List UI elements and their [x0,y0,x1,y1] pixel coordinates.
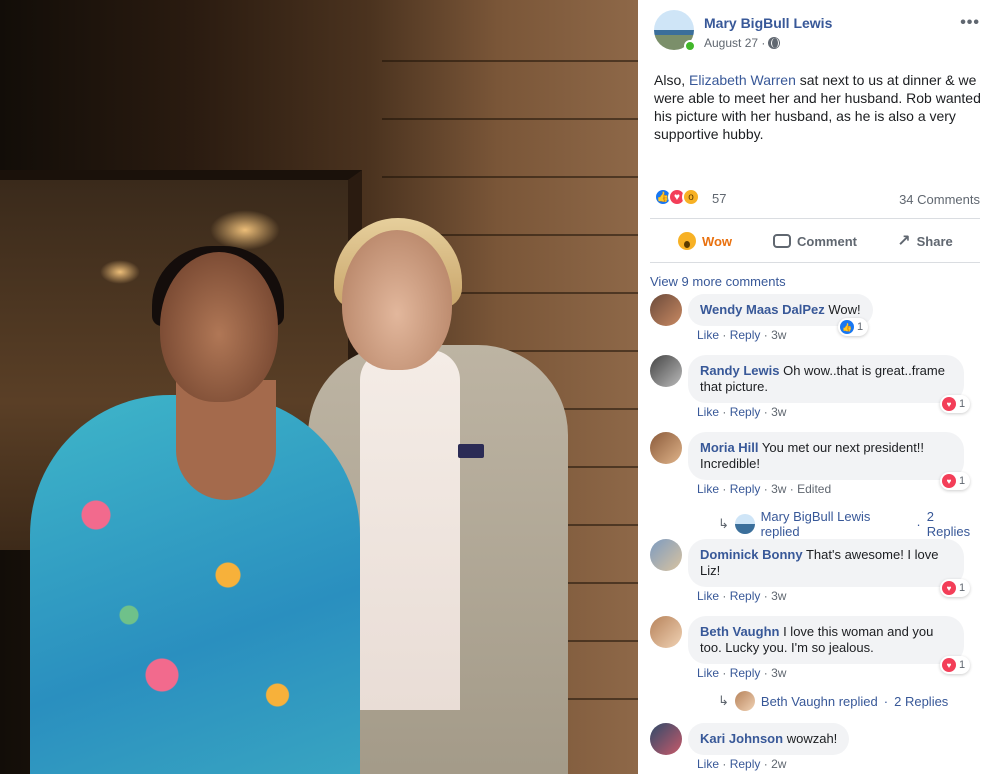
reply-link[interactable]: Reply [730,666,761,680]
comment-bubble: Beth Vaughn I love this woman and you to… [688,616,964,664]
post-header: Mary BigBull Lewis August 27 · ••• [654,10,980,54]
reaction-badge[interactable]: 👍 1 [838,318,869,336]
share-button[interactable]: ↗ Share [870,226,980,256]
replies-link[interactable]: ↳ Mary BigBull Lewis replied · 2 Replies [718,509,980,539]
comment-text: wowzah! [786,731,838,746]
wow-button[interactable]: Wow [650,226,760,256]
reaction-count[interactable]: 57 [712,191,726,206]
comment-bubble: Moria Hill You met our next president!! … [688,432,964,480]
mention-link[interactable]: Elizabeth Warren [689,72,796,88]
love-icon: ♥ [942,658,956,672]
reaction-badge[interactable]: ♥ 1 [940,472,971,490]
like-icon: 👍 [840,320,854,334]
comment-button[interactable]: Comment [760,226,870,256]
comment-text: Wow! [828,302,861,317]
comment-time[interactable]: 3w [771,405,786,419]
wow-icon [677,232,696,250]
comment-count[interactable]: 34 Comments [899,192,980,207]
reaction-summary: 👍 ♥ o 57 34 Comments [654,188,980,208]
post-text: Also, Elizabeth Warren sat next to us at… [654,72,981,142]
wow-icon: o [682,188,700,206]
commenter-name[interactable]: Beth Vaughn [700,624,779,639]
replier-avatar [734,691,755,711]
comment-actions: Like · Reply · 2w [697,757,787,771]
commenter-name[interactable]: Moria Hill [700,440,759,455]
commenter-avatar[interactable] [650,723,682,755]
reply-arrow-icon: ↳ [718,693,729,708]
comment-time[interactable]: 3w [771,589,786,603]
comment-time[interactable]: 3w [771,666,786,680]
reply-arrow-icon: ↳ [718,516,729,531]
replier-avatar [734,514,755,534]
love-icon: ♥ [942,397,956,411]
person-left-face [160,252,278,402]
reaction-icons[interactable]: 👍 ♥ o [654,188,700,206]
like-link[interactable]: Like [697,757,719,771]
reply-link[interactable]: Reply [730,757,761,771]
view-more-comments[interactable]: View 9 more comments [650,274,786,289]
comment-bubble: Kari Johnson wowzah! [688,723,850,755]
divider [650,262,980,263]
reply-link[interactable]: Reply [730,405,761,419]
ellipsis-icon[interactable]: ••• [960,14,980,32]
comment-bubble: Dominick Bonny That's awesome! I love Li… [688,539,964,587]
comment-time[interactable]: 3w [771,328,786,342]
post-meta: August 27 · [704,36,781,50]
comment-actions: Like · Reply · 3w [697,589,787,603]
comment-bubble: Randy Lewis Oh wow..that is great..frame… [688,355,964,403]
jacket-logo-patch [458,444,484,458]
divider [650,218,980,219]
like-link[interactable]: Like [697,328,719,342]
like-link[interactable]: Like [697,405,719,419]
comment-time[interactable]: 2w [771,757,786,771]
commenter-name[interactable]: Wendy Maas DalPez [700,302,825,317]
love-icon: ♥ [942,581,956,595]
comment-actions: Like · Reply · 3w · Edited [697,482,832,496]
like-link[interactable]: Like [697,666,719,680]
commenter-name[interactable]: Dominick Bonny [700,547,803,562]
comment-time[interactable]: 3w [771,482,786,496]
share-icon: ↗ [897,233,911,250]
reaction-badge[interactable]: ♥ 1 [940,579,971,597]
comment-actions: Like · Reply · 3w [697,405,787,419]
post-panel: Mary BigBull Lewis August 27 · ••• Also,… [638,0,992,774]
reply-link[interactable]: Reply [730,589,761,603]
reply-link[interactable]: Reply [730,328,761,342]
like-link[interactable]: Like [697,589,719,603]
post-date[interactable]: August 27 · [704,36,765,50]
action-bar: Wow Comment ↗ Share [650,226,980,256]
like-link[interactable]: Like [697,482,719,496]
commenter-name[interactable]: Kari Johnson [700,731,783,746]
reaction-badge[interactable]: ♥ 1 [940,656,971,674]
commenter-avatar[interactable] [650,355,682,387]
edited-label: Edited [797,482,832,496]
person-right-shirt [360,350,460,710]
lamp-glow [210,210,280,250]
comment-icon [773,234,792,248]
reaction-badge[interactable]: ♥ 1 [940,395,971,413]
person-right-face [342,230,452,370]
reply-link[interactable]: Reply [730,482,761,496]
comment-actions: Like · Reply · 3w [697,666,787,680]
love-icon: ♥ [942,474,956,488]
commenter-avatar[interactable] [650,539,682,571]
post-photo[interactable] [0,0,638,774]
lamp-glow [100,260,140,284]
comment-actions: Like · Reply · 3w [697,328,787,342]
commenter-name[interactable]: Randy Lewis [700,363,779,378]
globe-icon [768,37,781,49]
replies-link[interactable]: ↳ Beth Vaughn replied · 2 Replies [718,691,948,711]
author-name[interactable]: Mary BigBull Lewis [704,15,832,31]
commenter-avatar[interactable] [650,432,682,464]
commenter-avatar[interactable] [650,616,682,648]
commenter-avatar[interactable] [650,294,682,326]
online-status-dot [684,40,696,52]
